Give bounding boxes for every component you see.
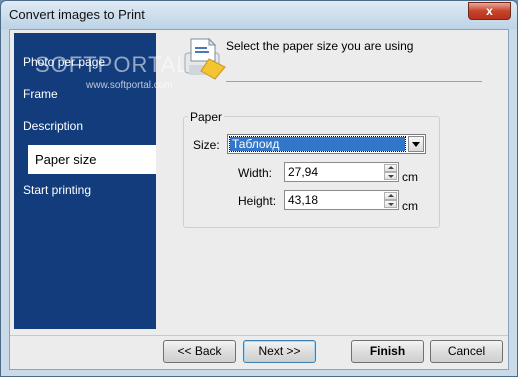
paper-group-title: Paper (188, 110, 225, 124)
header-divider (226, 81, 482, 82)
watermark-url: www.softportal.com (86, 80, 173, 91)
height-label: Height: (238, 194, 277, 208)
finish-button[interactable]: Finish (351, 340, 424, 363)
window-title: Convert images to Print (9, 7, 145, 22)
close-icon: x (486, 4, 493, 18)
sidebar-item-start-printing[interactable]: Start printing (14, 176, 156, 205)
width-stepper[interactable]: 27,94 (284, 162, 399, 182)
width-label: Width: (238, 166, 273, 180)
dialog-window: Convert images to Print x Photo per page… (0, 0, 518, 377)
height-value: 43,18 (288, 193, 319, 207)
footer-divider (10, 335, 508, 336)
width-decrement-button[interactable] (384, 172, 397, 180)
cancel-button[interactable]: Cancel (430, 340, 503, 363)
title-bar[interactable]: Convert images to Print x (1, 1, 517, 29)
printer-paper-icon (184, 37, 226, 80)
height-stepper[interactable]: 43,18 (284, 190, 399, 210)
sidebar-item-paper-size[interactable]: Paper size (28, 145, 156, 174)
height-increment-button[interactable] (384, 192, 397, 200)
height-unit: cm (402, 199, 418, 213)
width-value: 27,94 (288, 165, 319, 179)
size-label: Size: (193, 138, 220, 152)
wizard-body: Photo per page Frame Description Paper s… (9, 29, 509, 370)
width-increment-button[interactable] (384, 164, 397, 172)
height-decrement-button[interactable] (384, 200, 397, 208)
step-instruction: Select the paper size you are using (226, 39, 414, 53)
width-unit: cm (402, 170, 418, 184)
close-button[interactable]: x (468, 2, 511, 20)
back-button[interactable]: << Back (163, 340, 236, 363)
sidebar-item-description[interactable]: Description (14, 112, 156, 141)
watermark-logo: SOFTPORTAL (35, 52, 190, 77)
next-button[interactable]: Next >> (243, 340, 316, 363)
chevron-down-icon[interactable] (408, 136, 424, 152)
paper-size-value: Таблоид (229, 136, 406, 152)
paper-size-select[interactable]: Таблоид (227, 134, 426, 154)
